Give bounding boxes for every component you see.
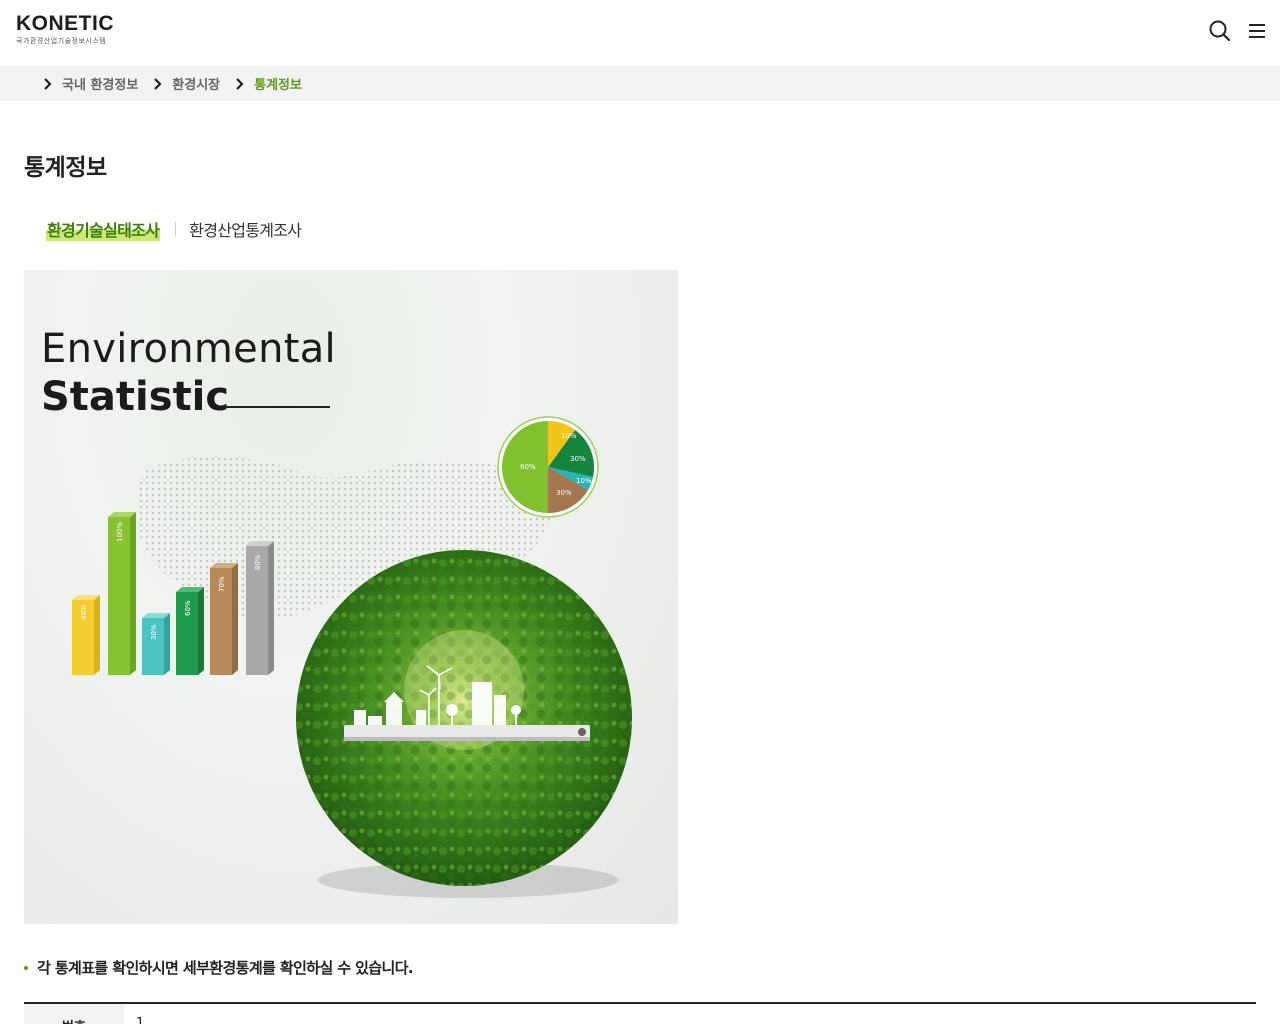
- logo-subtitle: 국가환경산업기술정보시스템: [16, 37, 107, 45]
- site-header: KONETIC 국가환경산업기술정보시스템: [0, 0, 1280, 66]
- pie-label-1: 60%: [520, 463, 536, 471]
- page-title: 통계정보: [24, 155, 107, 181]
- bar-label-3: 30%: [150, 624, 158, 640]
- note-text: 각 통계표를 확인하시면 세부환경통계를 확인하실 수 있습니다.: [37, 959, 414, 977]
- tab-divider: [175, 222, 177, 236]
- breadcrumb-item-domestic-env-info[interactable]: 국내 환경정보: [42, 74, 138, 93]
- table-header-number: 번호: [24, 1004, 124, 1024]
- hamburger-menu-icon[interactable]: [1244, 18, 1270, 44]
- table-cell-number: 1: [136, 1016, 145, 1024]
- bullet-icon: [24, 965, 28, 970]
- statistics-note: 각 통계표를 확인하시면 세부환경통계를 확인하실 수 있습니다.: [24, 957, 414, 978]
- breadcrumb-label: 통계정보: [254, 78, 302, 93]
- breadcrumb-label: 환경시장: [172, 78, 221, 93]
- bar-label-6: 80%: [254, 554, 262, 570]
- pie-label-4: 10%: [576, 477, 592, 485]
- banner-title-line1: Environmental: [41, 326, 336, 372]
- logo-title: KONETIC: [16, 12, 114, 35]
- breadcrumb-item-env-market[interactable]: 환경시장: [152, 74, 220, 93]
- tab-env-tech-survey[interactable]: 환경기술실태조사: [46, 217, 161, 241]
- banner-underline: [222, 406, 330, 408]
- bar-label-2: 100%: [116, 522, 124, 542]
- banner-title-line2: Statistic: [41, 374, 230, 420]
- breadcrumb-label: 국내 환경정보: [62, 78, 139, 93]
- breadcrumb: 국내 환경정보 환경시장 통계정보: [0, 66, 1280, 101]
- decorative-pie-chart: [497, 416, 599, 518]
- statistics-table: 번호 1: [24, 1002, 1256, 1024]
- environmental-statistic-banner: 40% 100% 30% 60% 70% 80% 60% 10% 30% 10%…: [24, 270, 678, 924]
- pie-label-2: 10%: [561, 432, 577, 440]
- chevron-right-icon: [236, 77, 244, 90]
- bar-label-4: 60%: [184, 600, 192, 616]
- table-row: 번호 1: [24, 1004, 1256, 1024]
- breadcrumb-item-statistics[interactable]: 통계정보: [234, 74, 302, 93]
- konetic-logo[interactable]: KONETIC 국가환경산업기술정보시스템: [16, 13, 114, 46]
- forest-circle: [296, 550, 632, 898]
- bar-label-1: 40%: [80, 604, 88, 620]
- pie-label-5: 30%: [556, 489, 572, 497]
- search-icon[interactable]: [1207, 18, 1233, 44]
- tab-env-industry-survey[interactable]: 환경산업통계조사: [189, 217, 302, 241]
- chevron-right-icon: [44, 77, 52, 90]
- bar-label-5: 70%: [218, 576, 226, 592]
- chevron-right-icon: [154, 77, 162, 90]
- pie-label-3: 30%: [570, 455, 586, 463]
- statistics-tabs: 환경기술실태조사 환경산업통계조사: [46, 217, 302, 241]
